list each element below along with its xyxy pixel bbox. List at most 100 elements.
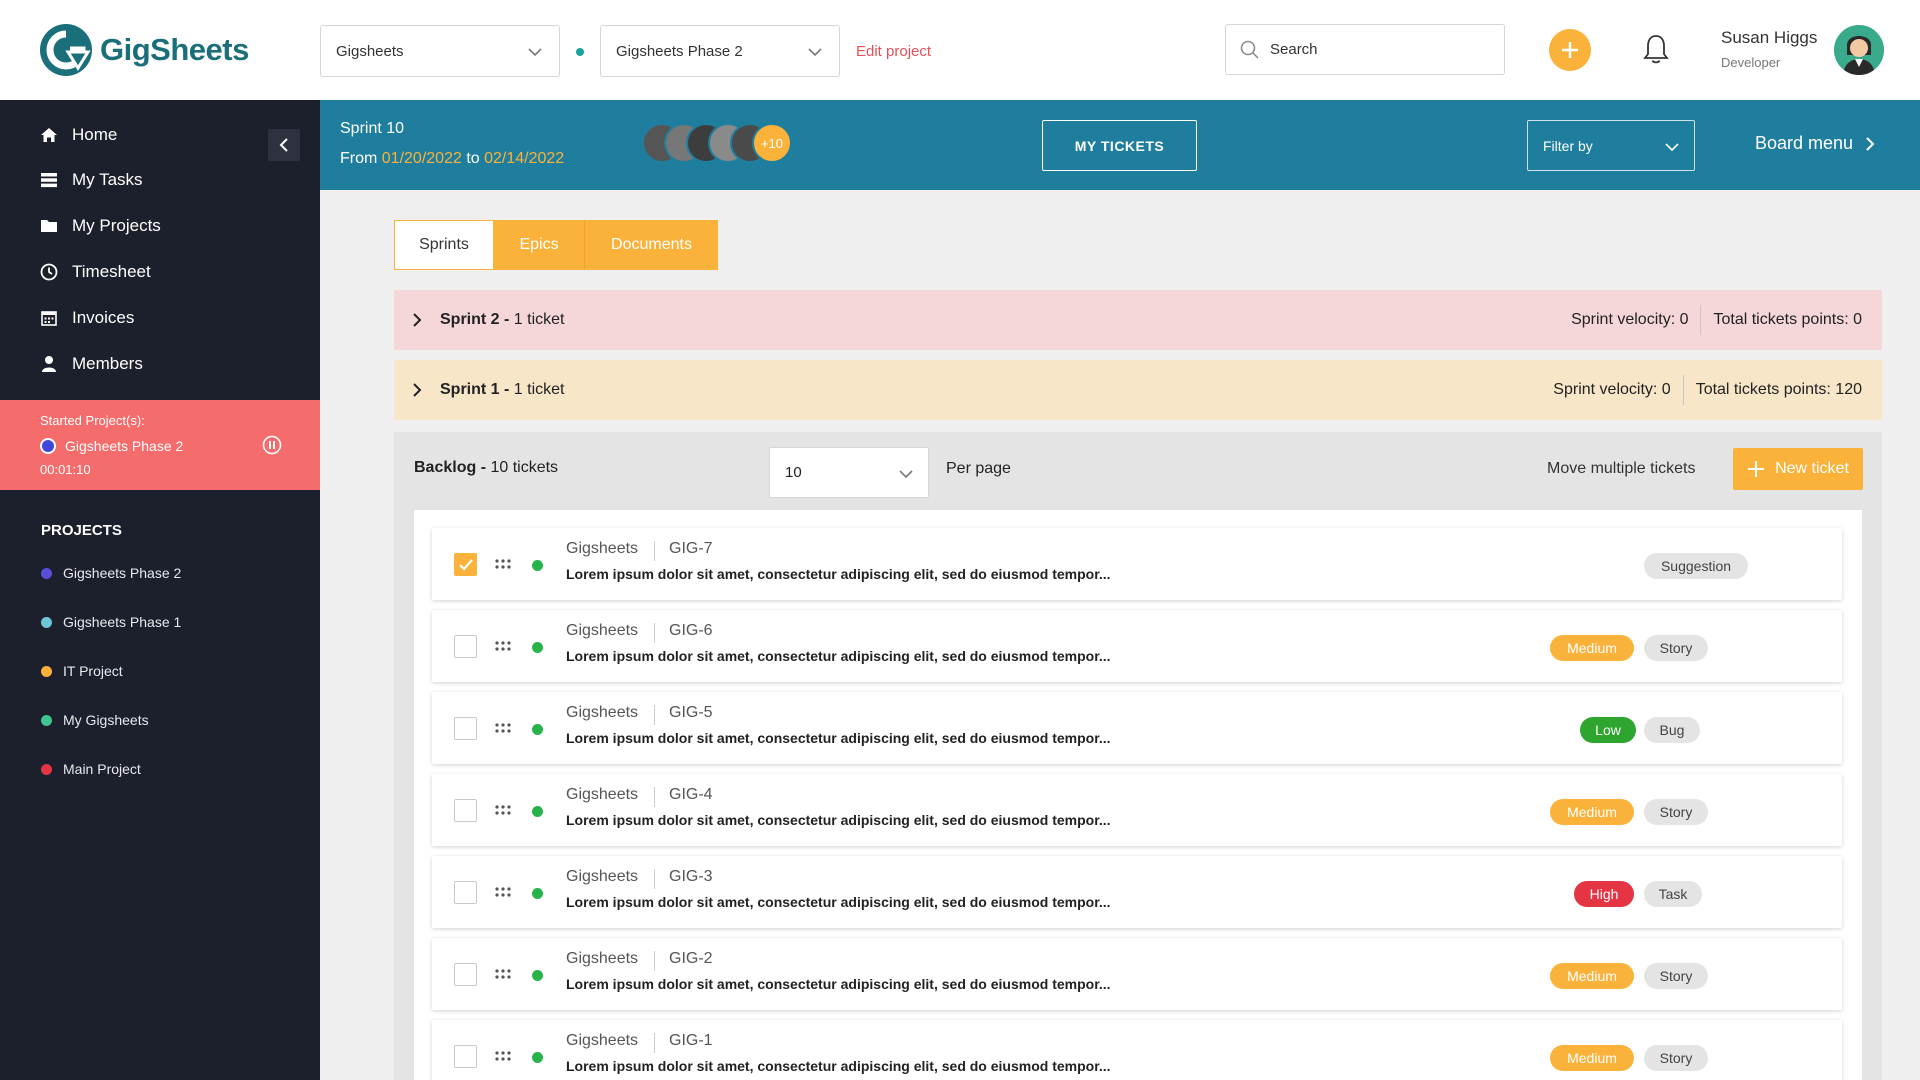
pause-icon[interactable] — [262, 435, 282, 455]
ticket-project: Gigsheets — [566, 786, 639, 803]
sidebar-item-home[interactable]: Home — [40, 121, 117, 149]
started-project[interactable]: Gigsheets Phase 2 — [40, 438, 183, 454]
priority-badge: Medium — [1550, 963, 1634, 989]
move-multiple-tickets-button[interactable]: Move multiple tickets — [1547, 460, 1696, 478]
chevron-right-icon[interactable] — [412, 382, 422, 398]
separator-dot — [576, 48, 584, 56]
ticket-checkbox[interactable] — [454, 553, 477, 576]
drag-handle-icon[interactable] — [495, 1051, 511, 1061]
user-name[interactable]: Susan Higgs — [1721, 28, 1817, 48]
ticket-checkbox[interactable] — [454, 717, 477, 740]
sidebar-item-my-projects[interactable]: My Projects — [40, 212, 161, 240]
ticket-code[interactable]: GIG-3 — [669, 868, 713, 886]
workspace-select[interactable]: Gigsheets — [320, 25, 560, 77]
sprint-points: Total tickets points: 0 — [1713, 311, 1862, 328]
sidebar-item-label: Members — [72, 354, 143, 373]
table-row[interactable]: Gigsheets GIG-1 Lorem ipsum dolor sit am… — [432, 1020, 1842, 1080]
project-color-dot — [41, 763, 52, 775]
new-ticket-button[interactable]: New ticket — [1733, 448, 1863, 490]
ticket-description: Lorem ipsum dolor sit amet, consectetur … — [566, 648, 1111, 664]
more-members-badge[interactable]: +10 — [752, 123, 792, 163]
clock-icon — [40, 263, 58, 281]
priority-badge: Medium — [1550, 635, 1634, 661]
type-badge: Suggestion — [1644, 553, 1748, 579]
sprint-row[interactable]: Sprint 1 - 1 ticket Sprint velocity: 0 T… — [394, 360, 1882, 420]
ticket-list: Gigsheets GIG-7 Lorem ipsum dolor sit am… — [414, 510, 1862, 1080]
user-avatar-icon — [1834, 25, 1884, 75]
ticket-description: Lorem ipsum dolor sit amet, consectetur … — [566, 566, 1111, 582]
ticket-checkbox[interactable] — [454, 881, 477, 904]
table-row[interactable]: Gigsheets GIG-7 Lorem ipsum dolor sit am… — [432, 528, 1842, 600]
ticket-code[interactable]: GIG-5 — [669, 704, 713, 722]
tab-epics[interactable]: Epics — [494, 220, 584, 270]
add-button[interactable] — [1549, 29, 1591, 71]
check-icon — [458, 558, 473, 571]
logo-icon — [40, 24, 92, 76]
sprint-stats: Sprint velocity: 0 Total tickets points:… — [1553, 375, 1862, 405]
type-badge: Story — [1644, 635, 1708, 661]
ticket-code[interactable]: GIG-2 — [669, 950, 713, 968]
drag-handle-icon[interactable] — [495, 887, 511, 897]
my-tickets-button[interactable]: MY TICKETS — [1042, 120, 1197, 171]
view-tabs: Sprints Epics Documents — [394, 220, 718, 270]
sidebar-project-main-project[interactable]: Main Project — [41, 761, 141, 777]
sprint-dates: From 01/20/2022 to 02/14/2022 — [340, 150, 564, 168]
backlog-title: Backlog - 10 tickets — [414, 459, 558, 477]
filter-by-select[interactable]: Filter by — [1527, 120, 1695, 171]
drag-handle-icon[interactable] — [495, 641, 511, 651]
chevron-down-icon — [808, 48, 822, 57]
projects-heading: PROJECTS — [41, 522, 122, 539]
chevron-right-icon[interactable] — [412, 312, 422, 328]
tab-sprints[interactable]: Sprints — [394, 220, 494, 270]
table-row[interactable]: Gigsheets GIG-5 Lorem ipsum dolor sit am… — [432, 692, 1842, 764]
type-badge: Task — [1644, 881, 1702, 907]
sidebar-item-my-tasks[interactable]: My Tasks — [40, 166, 143, 194]
board-menu-button[interactable]: Board menu — [1755, 133, 1875, 154]
sidebar-item-invoices[interactable]: Invoices — [40, 304, 134, 332]
sprint-row[interactable]: Sprint 2 - 1 ticket Sprint velocity: 0 T… — [394, 290, 1882, 350]
divider — [654, 705, 655, 725]
search-icon — [1240, 40, 1259, 59]
sidebar-project-gigsheets-phase-1[interactable]: Gigsheets Phase 1 — [41, 614, 181, 630]
started-project-panel: Started Project(s): Gigsheets Phase 2 00… — [0, 400, 320, 490]
table-row[interactable]: Gigsheets GIG-3 Lorem ipsum dolor sit am… — [432, 856, 1842, 928]
ticket-code[interactable]: GIG-4 — [669, 786, 713, 804]
project-label: Main Project — [63, 761, 141, 777]
ticket-code[interactable]: GIG-7 — [669, 540, 713, 558]
sprint-members[interactable]: +10 — [642, 123, 792, 163]
divider — [1700, 305, 1702, 335]
sidebar-item-members[interactable]: Members — [40, 350, 143, 378]
divider — [654, 1033, 655, 1053]
bell-icon[interactable] — [1641, 33, 1671, 65]
ticket-checkbox[interactable] — [454, 635, 477, 658]
status-dot — [532, 1052, 543, 1063]
avatar[interactable] — [1834, 25, 1884, 75]
tab-documents[interactable]: Documents — [584, 220, 718, 270]
table-row[interactable]: Gigsheets GIG-4 Lorem ipsum dolor sit am… — [432, 774, 1842, 846]
type-badge: Story — [1644, 1045, 1708, 1071]
ticket-checkbox[interactable] — [454, 1045, 477, 1068]
sidebar-item-label: Timesheet — [72, 262, 151, 281]
drag-handle-icon[interactable] — [495, 723, 511, 733]
project-select[interactable]: Gigsheets Phase 2 — [600, 25, 840, 77]
table-row[interactable]: Gigsheets GIG-6 Lorem ipsum dolor sit am… — [432, 610, 1842, 682]
drag-handle-icon[interactable] — [495, 805, 511, 815]
project-color-dot — [41, 665, 52, 677]
per-page-select[interactable]: 10 — [769, 447, 929, 498]
ticket-code[interactable]: GIG-1 — [669, 1032, 713, 1050]
sidebar-project-it-project[interactable]: IT Project — [41, 663, 123, 679]
table-row[interactable]: Gigsheets GIG-2 Lorem ipsum dolor sit am… — [432, 938, 1842, 1010]
ticket-checkbox[interactable] — [454, 963, 477, 986]
sidebar-item-timesheet[interactable]: Timesheet — [40, 258, 151, 286]
ticket-project: Gigsheets — [566, 868, 639, 885]
collapse-sidebar-button[interactable] — [268, 129, 300, 161]
sidebar-project-gigsheets-phase-2[interactable]: Gigsheets Phase 2 — [41, 565, 181, 581]
search-input[interactable]: Search — [1225, 24, 1505, 75]
app-logo[interactable]: GigSheets — [38, 22, 249, 78]
ticket-code[interactable]: GIG-6 — [669, 622, 713, 640]
sidebar-project-my-gigsheets[interactable]: My Gigsheets — [41, 712, 149, 728]
drag-handle-icon[interactable] — [495, 969, 511, 979]
ticket-checkbox[interactable] — [454, 799, 477, 822]
drag-handle-icon[interactable] — [495, 559, 511, 569]
edit-project-link[interactable]: Edit project — [856, 43, 931, 60]
